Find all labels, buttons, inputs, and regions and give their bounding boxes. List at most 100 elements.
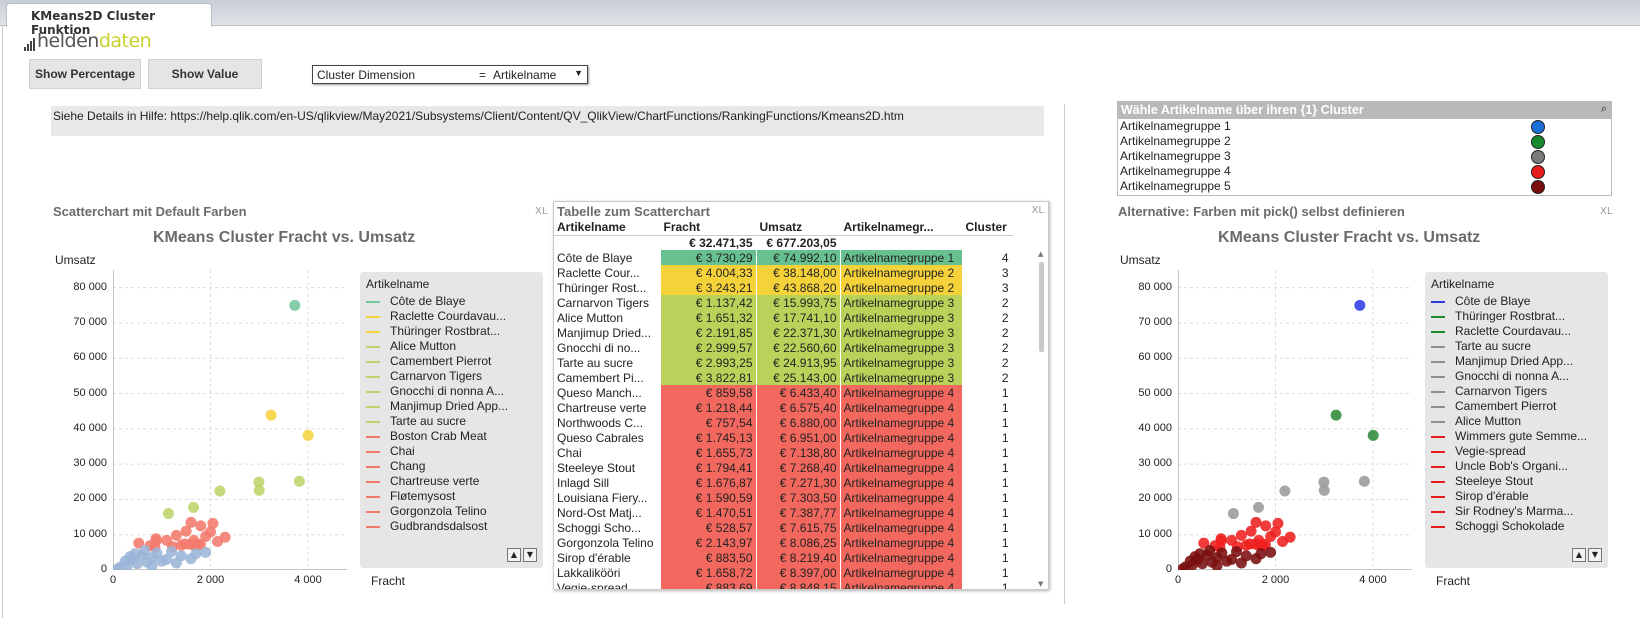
chevron-down-icon[interactable]: ▼ (1588, 548, 1602, 562)
scatter-point[interactable] (187, 501, 199, 513)
scatter-point[interactable] (214, 485, 226, 497)
table-row[interactable]: Steeleye Stout € 1.794,41 € 7.268,40 Artike… (554, 460, 1013, 475)
legend-item[interactable]: Alice Mutton (1431, 414, 1521, 428)
legend-item[interactable]: Wimmers gute Semme... (1431, 429, 1587, 443)
legend-item[interactable]: Gorgonzola Telino (366, 504, 487, 518)
table-row[interactable]: Schoggi Scho... € 528,57 € 7.615,75 Artikel… (554, 520, 1013, 535)
legend-item[interactable]: Manjimup Dried App... (366, 399, 508, 413)
table-row[interactable]: Gnocchi di no... € 2.999,57 € 22.560,60 Art… (554, 340, 1013, 355)
scatter-point[interactable] (124, 551, 136, 563)
legend-item[interactable]: Boston Crab Meat (366, 429, 487, 443)
cluster-dimension-dropdown[interactable]: Cluster Dimension = Artikelname ▼ (312, 65, 588, 84)
scatter-point[interactable] (1279, 485, 1291, 497)
table-row[interactable]: Inlagd Sill € 1.676,87 € 7.271,30 Artikelna… (554, 475, 1013, 490)
scatter-point[interactable] (170, 557, 182, 569)
table-header-cell[interactable]: Cluster (962, 220, 1013, 236)
legend-item[interactable]: Sir Rodney's Marma... (1431, 504, 1573, 518)
legend-item[interactable]: Vegie-spread (1431, 444, 1526, 458)
scatter-point[interactable] (1270, 526, 1281, 538)
show-percentage-button[interactable]: Show Percentage (29, 59, 141, 89)
legend-item[interactable]: Côte de Blaye (1431, 294, 1530, 308)
legend-item[interactable]: Thüringer Rostbrat... (1431, 309, 1565, 323)
legend-item[interactable]: Steeleye Stout (1431, 474, 1533, 488)
xl-export-icon[interactable]: XL (535, 206, 547, 217)
scatter-point[interactable] (289, 299, 301, 311)
table-row[interactable]: Camembert Pi... € 3.822,81 € 25.143,00 Arti… (554, 370, 1013, 385)
listbox-item[interactable]: Artikelnamegruppe 2 (1118, 134, 1611, 149)
scatter-point[interactable] (161, 553, 173, 565)
scatter-point[interactable] (1227, 508, 1239, 520)
scatter-point[interactable] (150, 533, 162, 545)
legend-item[interactable]: Chang (366, 459, 425, 473)
scatter-point[interactable] (185, 516, 197, 528)
listbox-item[interactable]: Artikelnamegruppe 1 (1118, 119, 1611, 134)
scatter-point[interactable] (1253, 534, 1265, 546)
scatter-point[interactable] (293, 475, 305, 487)
scatter-point[interactable] (1252, 501, 1264, 513)
table-row[interactable]: Gorgonzola Telino € 2.143,97 € 8.086,25 Art… (554, 535, 1013, 550)
table-row[interactable]: Chartreuse verte € 1.218,44 € 6.575,40 Arti… (554, 400, 1013, 415)
table-row[interactable]: Chai € 1.655,73 € 7.138,80 Artikelnamegrupp… (554, 445, 1013, 460)
table-header-cell[interactable]: Artikelname (554, 220, 661, 236)
table-row[interactable]: Northwoods C... € 757,54 € 6.880,00 Artikel… (554, 415, 1013, 430)
legend-item[interactable]: Camembert Pierrot (1431, 399, 1556, 413)
legend-item[interactable]: Côte de Blaye (366, 294, 465, 308)
table-row[interactable]: Alice Mutton € 1.651,32 € 17.741,10 Artikel… (554, 310, 1013, 325)
legend-item[interactable]: Tarte au sucre (366, 414, 466, 428)
scatter-point[interactable] (1330, 409, 1342, 421)
scatter-point[interactable] (1358, 475, 1370, 487)
table-header-cell[interactable]: Fracht (660, 220, 757, 236)
legend-item[interactable]: Gnocchi di nonna A... (366, 384, 504, 398)
legend-scroll[interactable]: ▲ ▼ (1572, 548, 1602, 562)
scatter-point[interactable] (1215, 533, 1227, 545)
chevron-up-icon[interactable]: ▲ (1572, 548, 1586, 562)
table-row[interactable]: Manjimup Dried... € 2.191,85 € 22.371,30 Ar… (554, 325, 1013, 340)
legend-item[interactable]: Fløtemysost (366, 489, 455, 503)
scatter-point[interactable] (1255, 548, 1267, 560)
listbox-item[interactable]: Artikelnamegruppe 3 (1118, 149, 1611, 164)
legend-item[interactable]: Thüringer Rostbrat... (366, 324, 500, 338)
scrollbar-thumb[interactable] (1039, 262, 1044, 352)
legend-scroll[interactable]: ▲ ▼ (507, 548, 537, 562)
scatter-point[interactable] (151, 547, 163, 559)
scatter-point[interactable] (1318, 476, 1330, 488)
legend-item[interactable]: Gnocchi di nonna A... (1431, 369, 1569, 383)
scatter-point[interactable] (219, 531, 231, 543)
show-value-button[interactable]: Show Value (148, 59, 262, 89)
scatter-point[interactable] (1204, 545, 1216, 557)
table-row[interactable]: Tarte au sucre € 2.993,25 € 24.913,95 Artik… (554, 355, 1013, 370)
search-icon[interactable]: ⌕ (1601, 103, 1607, 116)
scatter-point[interactable] (265, 409, 277, 421)
legend-item[interactable]: Sirop d'érable (1431, 489, 1529, 503)
listbox-item[interactable]: Artikelnamegruppe 5 (1118, 179, 1611, 194)
scatter-point[interactable] (170, 529, 182, 541)
chevron-down-icon[interactable]: ▼ (574, 68, 583, 78)
legend-item[interactable]: Raclette Courdavau... (366, 309, 506, 323)
scatter-point[interactable] (139, 545, 151, 557)
legend-item[interactable]: Carnarvon Tigers (1431, 384, 1547, 398)
table-row[interactable]: Thüringer Rost... € 3.243,21 € 43.868,20 Ar… (554, 280, 1013, 295)
legend-item[interactable]: Chartreuse verte (366, 474, 479, 488)
listbox-item[interactable]: Artikelnamegruppe 4 (1118, 164, 1611, 179)
scatter-point[interactable] (190, 548, 202, 560)
chevron-up-icon[interactable]: ▲ (507, 548, 521, 562)
chevron-down-icon[interactable]: ▼ (523, 548, 537, 562)
scatter-point[interactable] (1235, 557, 1247, 569)
scatter-point[interactable] (1189, 551, 1201, 563)
legend-item[interactable]: Alice Mutton (366, 339, 456, 353)
scatter-point[interactable] (1235, 529, 1247, 541)
scatter-point[interactable] (200, 546, 212, 558)
scatter-point[interactable] (253, 476, 265, 488)
xl-export-icon[interactable]: XL (1032, 205, 1044, 216)
table-row[interactable]: Carnarvon Tigers € 1.137,42 € 15.993,75 Art… (554, 295, 1013, 310)
scatter-point[interactable] (188, 534, 200, 546)
scatter-point[interactable] (1367, 429, 1379, 441)
legend-item[interactable]: Raclette Courdavau... (1431, 324, 1571, 338)
scatter-point[interactable] (1226, 534, 1238, 546)
table-row[interactable]: Raclette Cour... € 4.004,33 € 38.148,00 Art… (554, 265, 1013, 280)
tab-kmeans2d[interactable]: KMeans2D Cluster Funktion (6, 3, 212, 37)
table-row[interactable]: Nord-Ost Matj... € 1.470,51 € 7.387,77 Arti… (554, 505, 1013, 520)
table-row[interactable]: Côte de Blaye € 3.730,29 € 74.992,10 Artike… (554, 250, 1013, 265)
scatter-point[interactable] (1265, 546, 1277, 558)
table-header-cell[interactable]: Artikelnamegr... (840, 220, 963, 236)
